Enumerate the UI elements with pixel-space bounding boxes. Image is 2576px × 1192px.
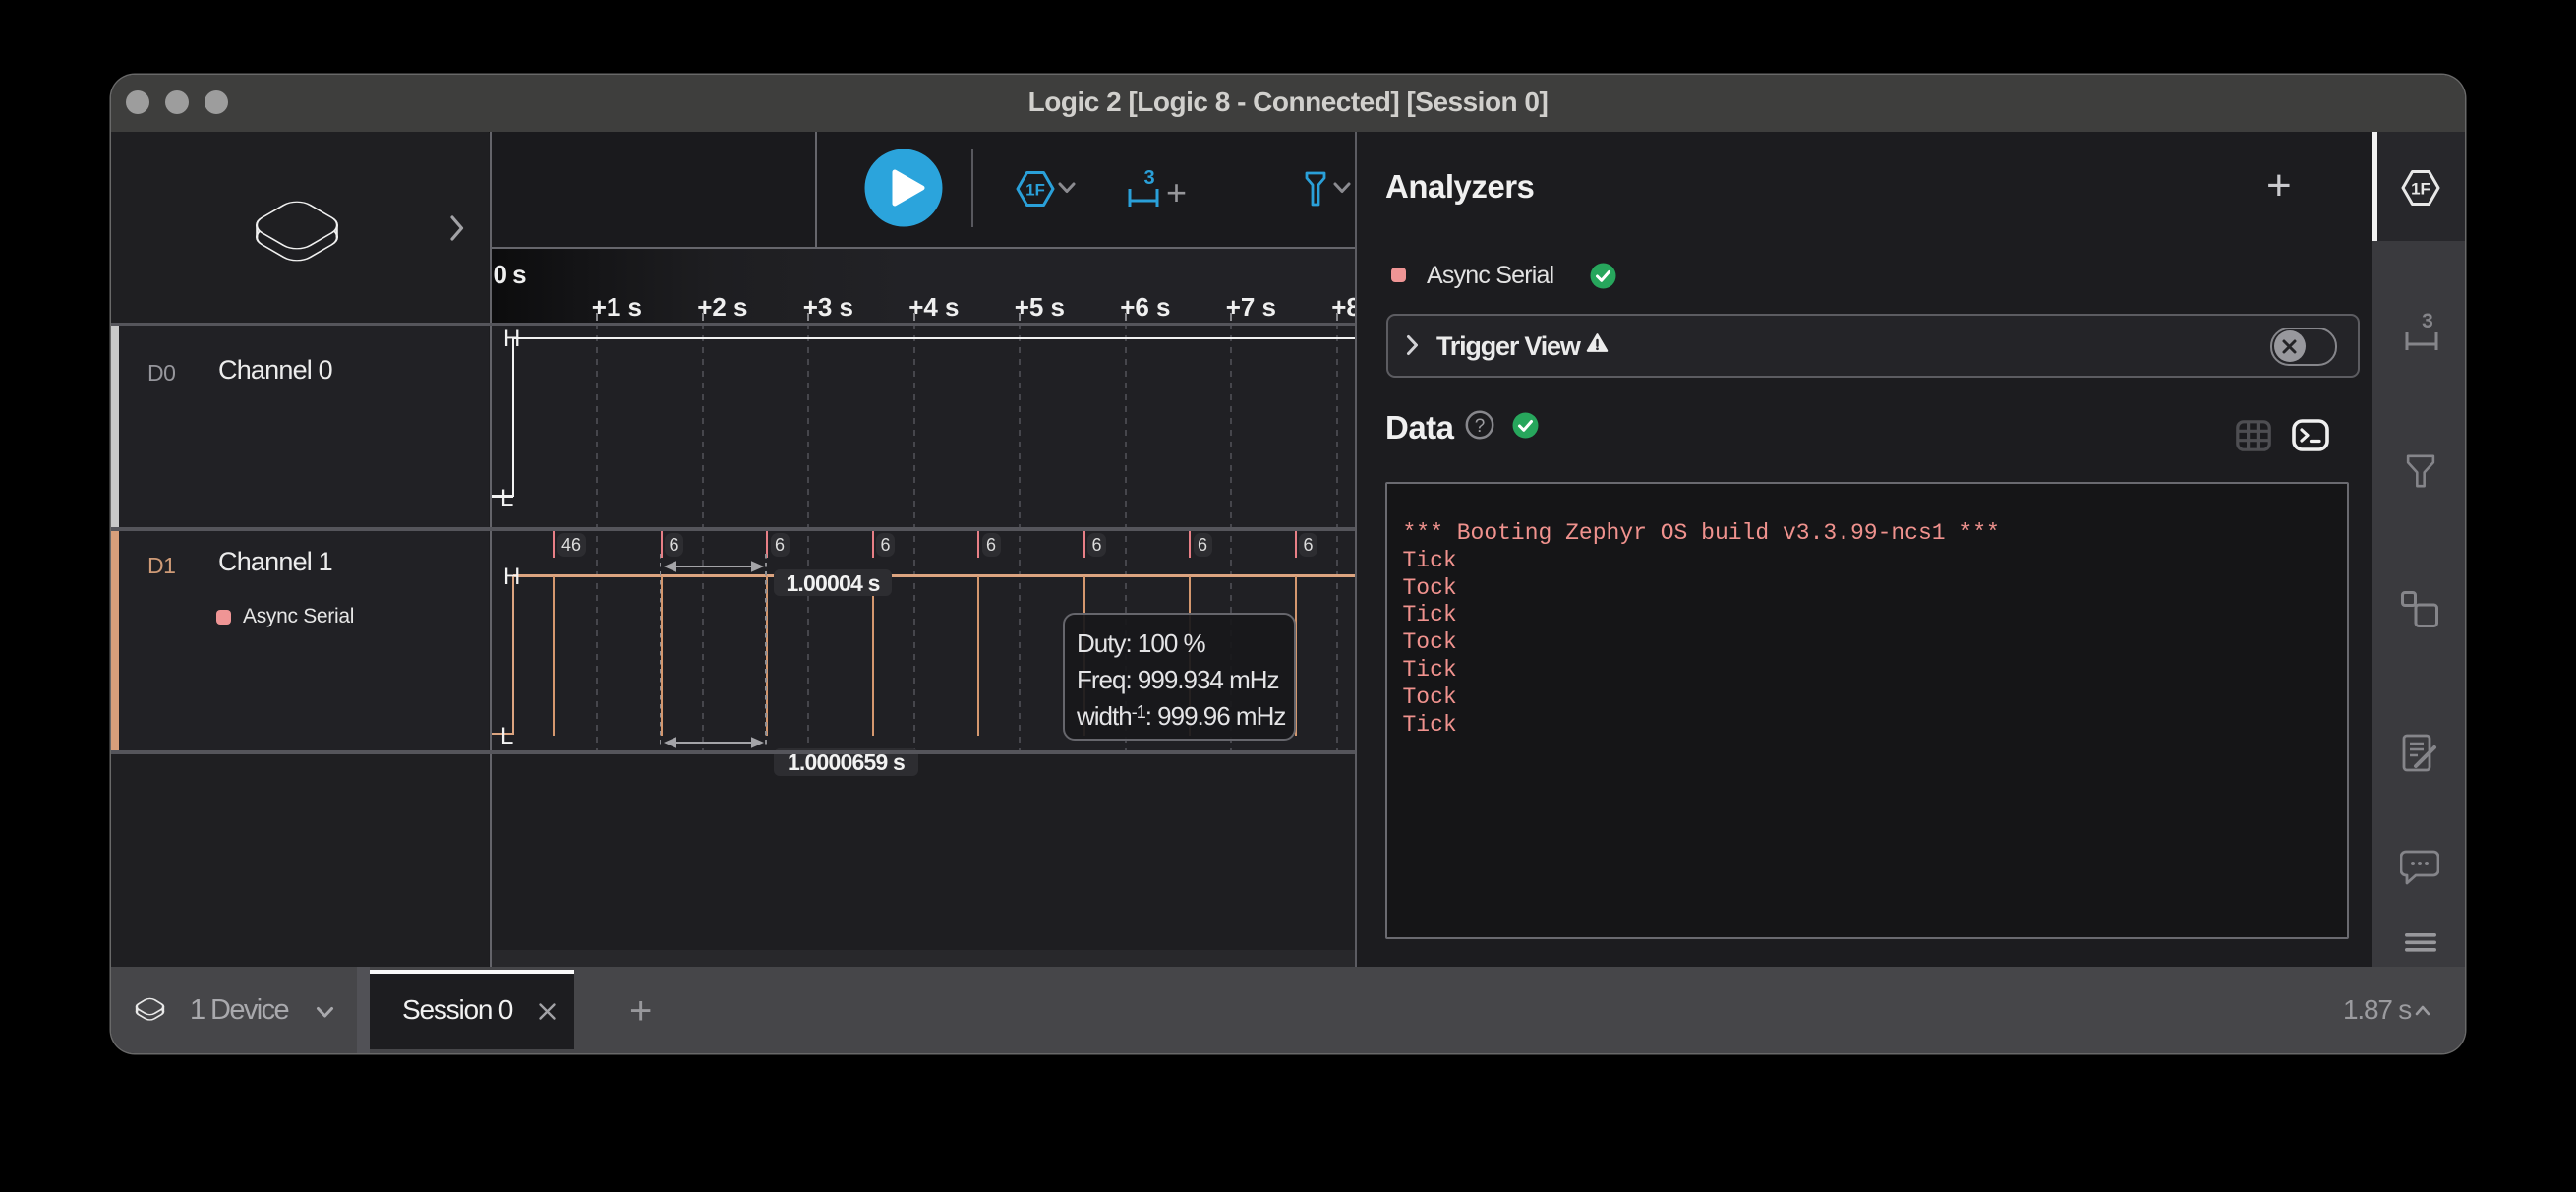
svg-text:3: 3 <box>1143 168 1154 189</box>
svg-text:3: 3 <box>2422 311 2433 332</box>
svg-text:?: ? <box>1475 416 1486 437</box>
svg-text:1F: 1F <box>2411 179 2430 198</box>
svg-text:1F: 1F <box>1025 181 1045 200</box>
